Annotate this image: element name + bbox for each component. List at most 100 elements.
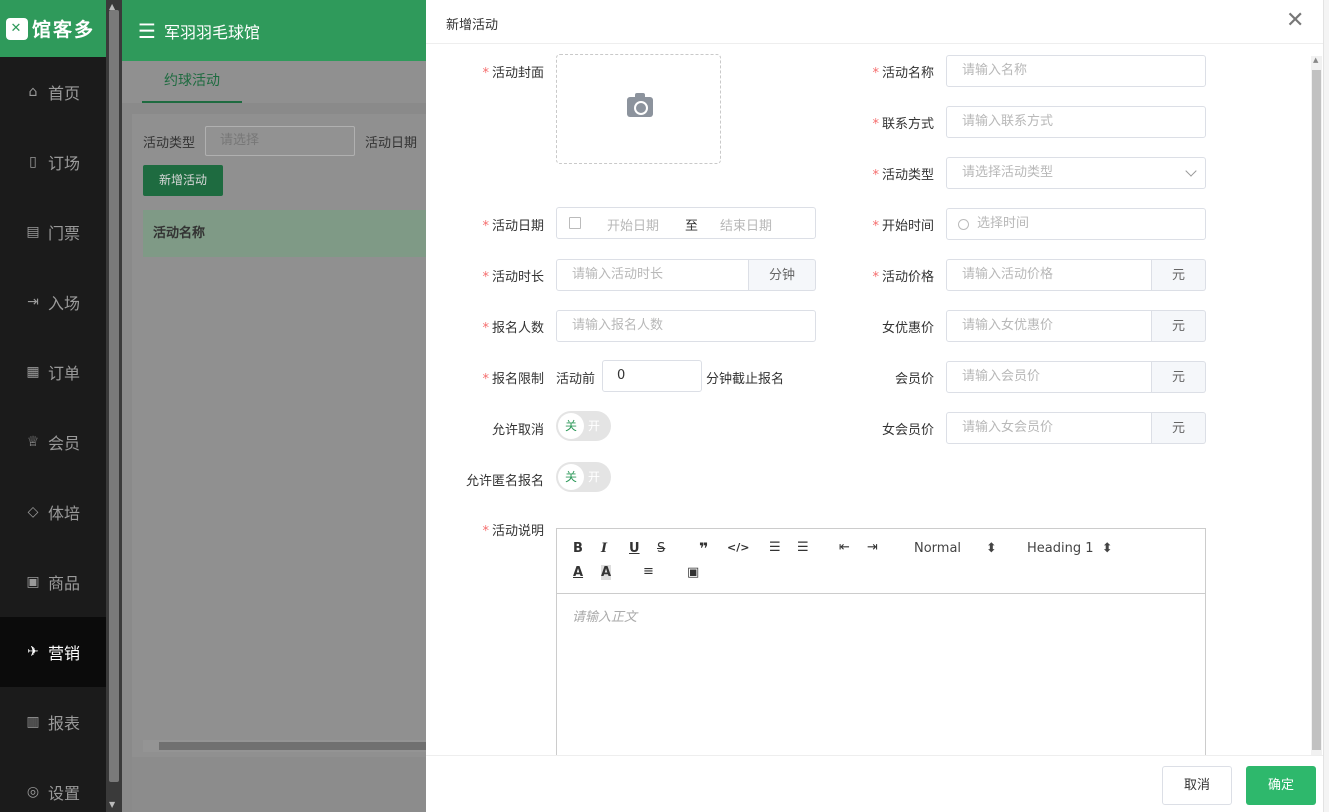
- heading-select[interactable]: Heading 1 ⬍: [1027, 541, 1113, 556]
- price-input[interactable]: 请输入活动价格: [946, 259, 1152, 291]
- sidebar-item-training[interactable]: ◇ 体培: [0, 477, 106, 547]
- clock-icon: [958, 219, 969, 230]
- contact-label: * 联系方式: [872, 117, 934, 132]
- scroll-up-arrow-icon[interactable]: ▲: [1313, 56, 1318, 64]
- blockquote-icon[interactable]: ❞: [699, 539, 708, 558]
- date-label: * 活动日期: [482, 219, 544, 234]
- ticket-icon: ▤: [26, 224, 40, 240]
- sidebar-item-court[interactable]: ▯ 订场: [0, 127, 106, 197]
- sidebar-item-member[interactable]: ♕ 会员: [0, 407, 106, 477]
- code-block-icon[interactable]: </>: [727, 541, 749, 554]
- start-time-placeholder: 选择时间: [977, 216, 1030, 231]
- align-icon[interactable]: ≡: [643, 564, 654, 579]
- app-logo: ✕ 馆客多: [0, 0, 106, 57]
- table-hscrollbar[interactable]: [143, 740, 432, 752]
- italic-icon[interactable]: I: [601, 541, 607, 556]
- sidebar-item-entry[interactable]: ⇥ 入场: [0, 267, 106, 337]
- editor-content[interactable]: 请输入正文: [557, 594, 1205, 637]
- date-range-picker[interactable]: 开始日期 至 结束日期: [556, 207, 816, 239]
- bold-icon[interactable]: B: [573, 541, 583, 556]
- drawer-footer: 取消 确定: [426, 755, 1323, 812]
- female-price-label: 女优惠价: [881, 321, 934, 336]
- signup-count-input[interactable]: 请输入报名人数: [556, 310, 816, 342]
- drawer-scroll-thumb[interactable]: [1312, 70, 1321, 750]
- female-member-price-input[interactable]: 请输入女会员价: [946, 412, 1152, 444]
- sidebar-item-order[interactable]: ▦ 订单: [0, 337, 106, 407]
- allow-cancel-switch[interactable]: 关 开: [556, 411, 611, 441]
- sidebar-item-label: 营销: [48, 644, 81, 663]
- start-time-picker[interactable]: 选择时间: [946, 208, 1206, 240]
- add-activity-drawer: 新增活动 ✕ * 活动封面 * 活动名称 请输入名称 * 联系方式 请输入联系方式 *…: [426, 0, 1329, 812]
- switch-off-text: 关: [558, 413, 584, 439]
- font-color-icon[interactable]: A: [573, 565, 583, 580]
- underline-icon[interactable]: U: [629, 541, 640, 556]
- drawer-scrollbar[interactable]: ▲: [1311, 56, 1322, 756]
- female-member-price-label: 女会员价: [881, 423, 934, 438]
- sidebar-item-ticket[interactable]: ▤ 门票: [0, 197, 106, 267]
- sidebar-item-label: 入场: [48, 294, 81, 313]
- female-member-price-unit: 元: [1152, 412, 1206, 444]
- cancel-button[interactable]: 取消: [1162, 766, 1232, 805]
- duration-label: * 活动时长: [482, 270, 544, 285]
- price-label: * 活动价格: [872, 270, 934, 285]
- signup-count-label: * 报名人数: [482, 321, 544, 336]
- sidebar-scrollbar[interactable]: ▲ ▼: [106, 0, 122, 812]
- entry-icon: ⇥: [27, 294, 39, 310]
- camera-icon: [627, 93, 653, 117]
- signup-limit-prefix: 活动前: [556, 372, 596, 387]
- confirm-button[interactable]: 确定: [1246, 766, 1316, 805]
- signup-limit-label: * 报名限制: [482, 372, 544, 387]
- sidebar-item-label: 体培: [48, 504, 81, 523]
- format-select[interactable]: Normal ⬍: [914, 541, 997, 556]
- name-input[interactable]: 请输入名称: [946, 55, 1206, 87]
- image-icon[interactable]: ▣: [687, 565, 699, 580]
- order-icon: ▦: [26, 364, 40, 380]
- sidebar-item-label: 订场: [48, 154, 81, 173]
- bullet-list-icon[interactable]: ☰: [797, 540, 809, 555]
- report-icon: ▥: [26, 714, 40, 730]
- sidebar-item-label: 报表: [48, 714, 81, 733]
- sidebar-item-settings[interactable]: ◎ 设置: [0, 757, 106, 812]
- drawer-header: 新增活动 ✕: [426, 0, 1329, 44]
- logo-mark-icon: ✕: [6, 17, 28, 40]
- filter-type-select[interactable]: 请选择: [205, 126, 356, 156]
- duration-input[interactable]: 请输入活动时长: [556, 259, 749, 291]
- chevron-down-icon: [1185, 165, 1197, 177]
- indent-icon[interactable]: ⇥: [867, 540, 878, 555]
- add-activity-button[interactable]: 新增活动: [143, 165, 223, 196]
- training-icon: ◇: [27, 504, 39, 520]
- collapse-menu-icon[interactable]: ☰: [138, 19, 156, 43]
- table-hscroll-thumb[interactable]: [159, 742, 429, 750]
- sidebar-item-home[interactable]: ⌂ 首页: [0, 57, 106, 127]
- sidebar-item-marketing[interactable]: ✈ 营销: [0, 617, 106, 687]
- rich-text-editor: B I U S ❞ </> ☰ ☰ ⇤ ⇥ Normal ⬍ Heading 1…: [556, 528, 1206, 768]
- sidebar-scroll-thumb[interactable]: [109, 10, 119, 782]
- table-header-name: 活动名称: [143, 210, 432, 257]
- sidebar-item-goods[interactable]: ▣ 商品: [0, 547, 106, 617]
- sidebar-item-label: 订单: [48, 364, 81, 383]
- strikethrough-icon[interactable]: S: [657, 541, 665, 556]
- date-start-input[interactable]: 开始日期: [607, 215, 659, 234]
- background-footer: [132, 757, 432, 812]
- switch-on-text: 开: [588, 419, 601, 433]
- outdent-icon[interactable]: ⇤: [839, 540, 850, 555]
- settings-icon: ◎: [26, 784, 40, 800]
- date-end-input[interactable]: 结束日期: [720, 215, 772, 234]
- goods-icon: ▣: [26, 574, 40, 590]
- contact-input[interactable]: 请输入联系方式: [946, 106, 1206, 138]
- type-select[interactable]: 请选择活动类型: [946, 157, 1206, 189]
- allow-anonymous-switch[interactable]: 关 开: [556, 462, 611, 492]
- background-color-icon[interactable]: A: [601, 565, 612, 580]
- tab-activity[interactable]: 约球活动: [142, 61, 242, 103]
- female-price-input[interactable]: 请输入女优惠价: [946, 310, 1152, 342]
- venue-header: ☰ 军羽羽毛球馆: [122, 0, 432, 61]
- close-icon[interactable]: ✕: [1286, 9, 1304, 33]
- ordered-list-icon[interactable]: ☰: [769, 540, 781, 555]
- member-price-input[interactable]: 请输入会员价: [946, 361, 1152, 393]
- sidebar-item-report[interactable]: ▥ 报表: [0, 687, 106, 757]
- filter-date-label: 活动日期: [365, 135, 418, 151]
- cover-uploader[interactable]: [556, 54, 721, 164]
- member-price-unit: 元: [1152, 361, 1206, 393]
- scroll-down-arrow-icon[interactable]: ▼: [109, 800, 115, 809]
- signup-limit-input[interactable]: 0: [602, 360, 702, 392]
